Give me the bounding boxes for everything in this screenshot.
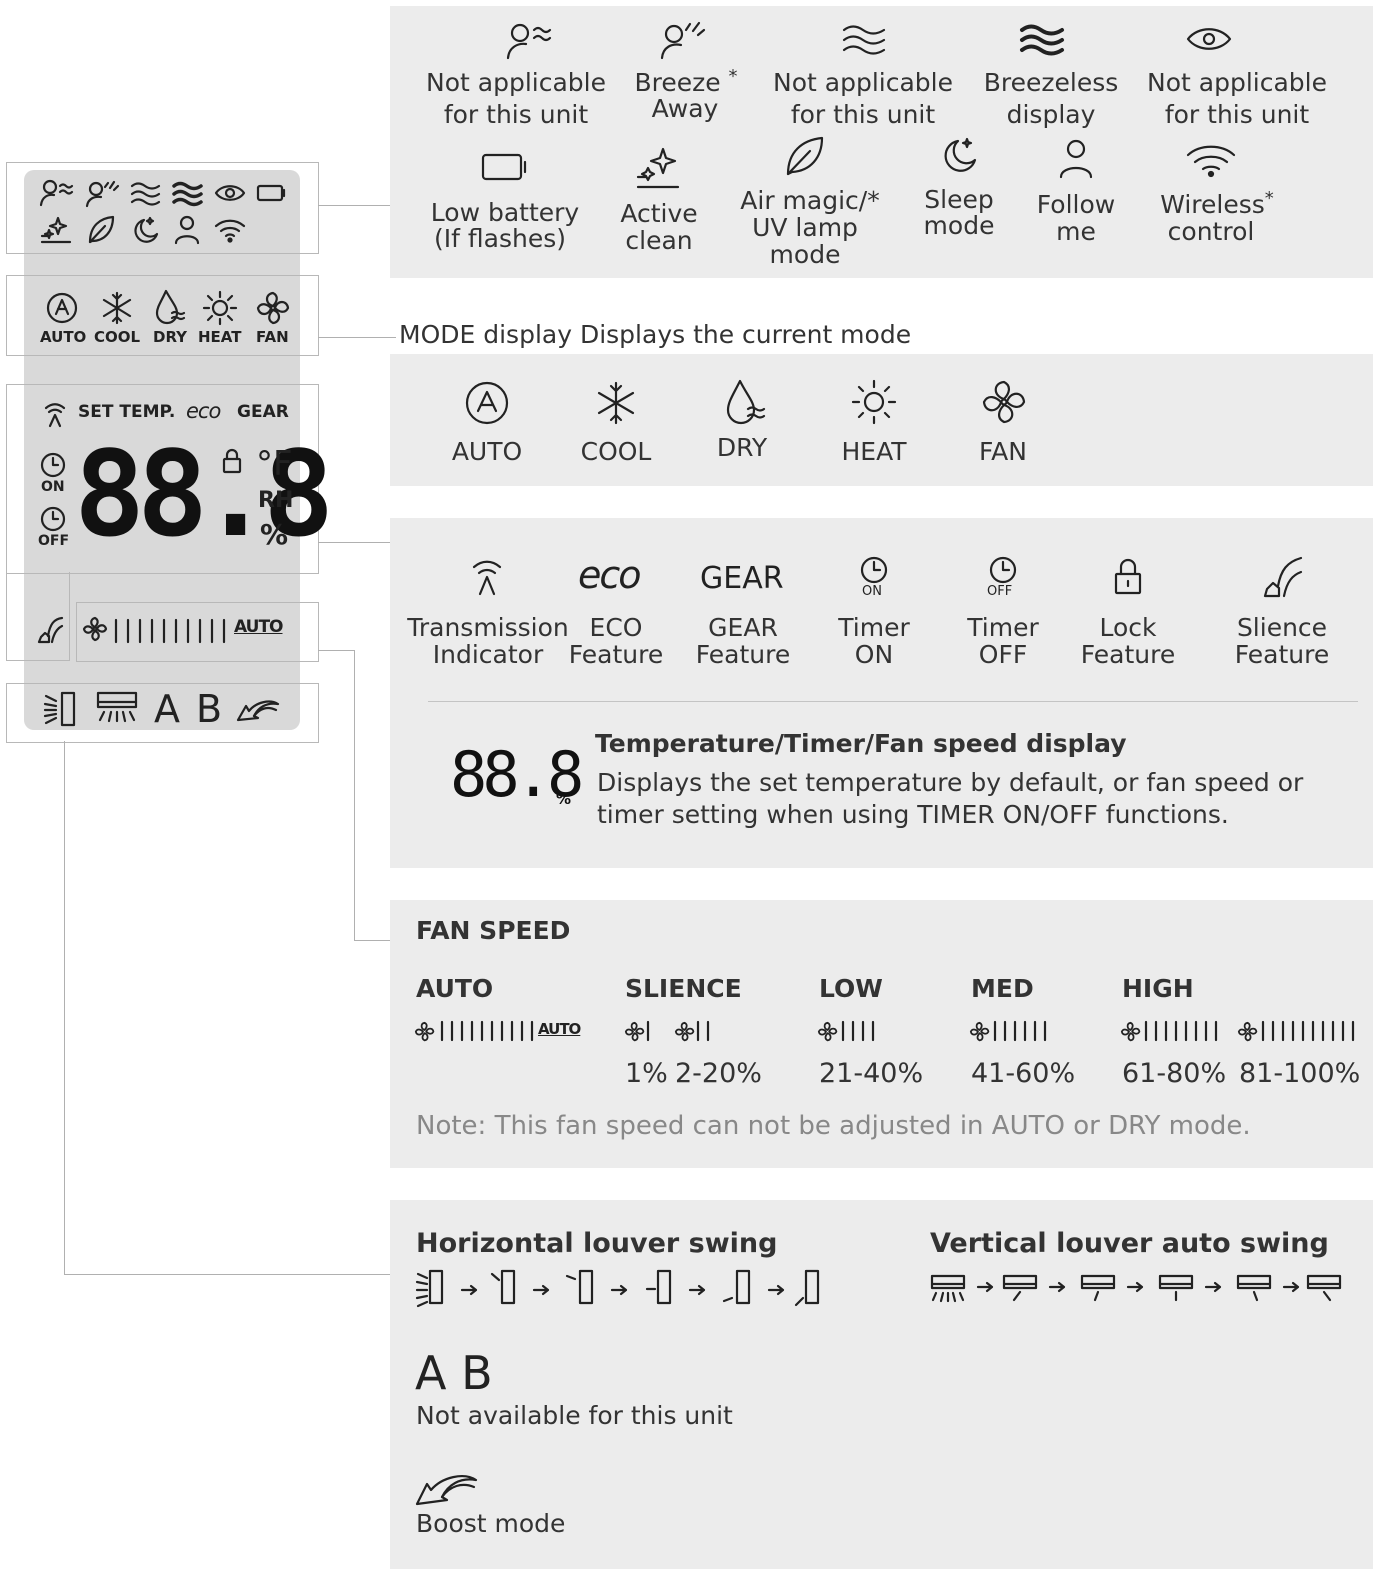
h-louver-state-6 <box>804 1269 820 1305</box>
h-louver-arrow-3 <box>610 1284 628 1296</box>
v-louver-arrow-2 <box>1048 1281 1066 1293</box>
v-louver-arrow-5 <box>1282 1281 1300 1293</box>
v-louver-state-5 <box>1236 1274 1272 1290</box>
v-louver-state-6 <box>1306 1274 1342 1290</box>
louver-sequence <box>415 1269 1342 1308</box>
v-louver-state-3 <box>1080 1274 1116 1290</box>
h-louver-arrow-5 <box>767 1284 785 1296</box>
h-louver-arrow-1 <box>460 1284 478 1296</box>
h-louver-arrow-2 <box>532 1284 550 1296</box>
v-louver-arrow-3 <box>1126 1281 1144 1293</box>
h-louver-state-1 <box>428 1269 444 1305</box>
v-louver-state-1 <box>930 1274 966 1290</box>
h-louver-arrow-4 <box>688 1284 706 1296</box>
h-louver-state-2 <box>500 1269 516 1305</box>
h-louver-state-5 <box>735 1269 751 1305</box>
boost-label: Boost mode <box>416 1509 566 1538</box>
v-louver-arrow-1 <box>976 1281 994 1293</box>
boost-icon <box>415 1475 478 1506</box>
v-louver-state-2 <box>1002 1274 1038 1290</box>
h-louver-state-4 <box>656 1269 672 1305</box>
ab-letters: A B <box>415 1346 493 1400</box>
v-louver-arrow-4 <box>1204 1281 1222 1293</box>
v-louver-state-4 <box>1158 1274 1194 1290</box>
ab-desc: Not available for this unit <box>416 1401 733 1430</box>
h-louver-state-3 <box>578 1269 594 1305</box>
